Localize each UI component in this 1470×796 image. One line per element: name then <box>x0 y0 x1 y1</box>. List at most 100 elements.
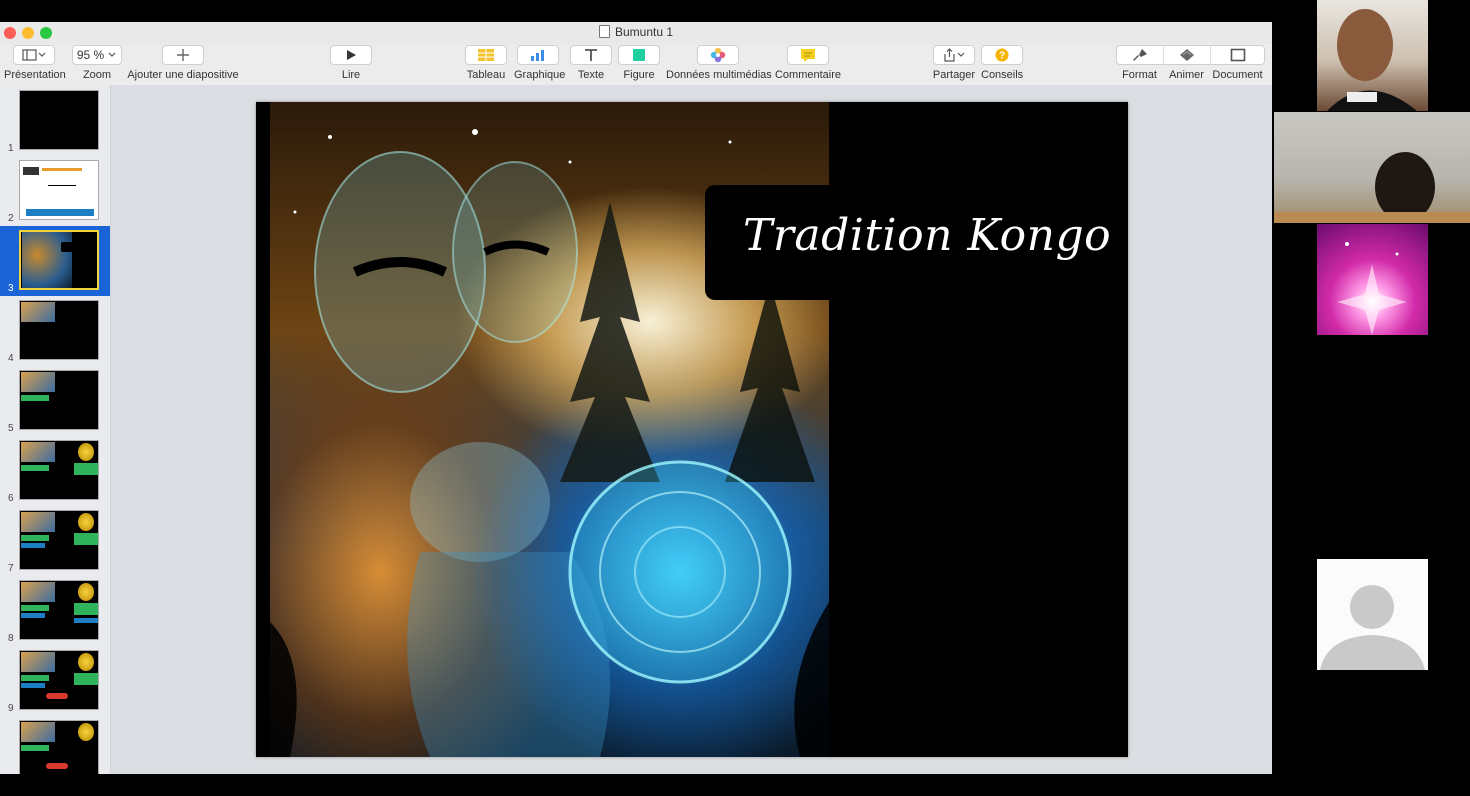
slide-thumbnail-7[interactable]: 7 <box>0 506 110 576</box>
view-box[interactable] <box>13 45 55 65</box>
participant-video-3[interactable] <box>1317 224 1428 335</box>
title-bar: Bumuntu 1 <box>0 22 1272 45</box>
shape-label: Figure <box>623 69 655 81</box>
keynote-window: Bumuntu 1 Présentation 95 % Zoom Ajouter… <box>0 22 1272 774</box>
lightbulb-icon <box>78 583 94 601</box>
tips-box[interactable]: ? <box>981 45 1023 65</box>
slide-number: 4 <box>8 353 14 364</box>
window-title: Bumuntu 1 <box>0 25 1272 39</box>
slide-5-preview <box>19 370 99 430</box>
add-slide-label: Ajouter une diapositive <box>127 69 239 81</box>
lightbulb-icon <box>78 653 94 671</box>
media-box[interactable] <box>697 45 739 65</box>
comment-label: Commentaire <box>774 69 842 81</box>
slide-number: 2 <box>8 213 14 224</box>
slide-9-image <box>21 652 55 672</box>
slide-4-image <box>21 302 55 322</box>
format-box[interactable] <box>1116 45 1163 65</box>
share-box[interactable] <box>933 45 975 65</box>
table-label: Tableau <box>466 69 506 81</box>
play-box[interactable] <box>330 45 372 65</box>
participant-video-1[interactable] <box>1317 0 1428 111</box>
slide-9-preview <box>19 650 99 710</box>
tips-label: Conseils <box>981 69 1024 81</box>
slide-6-preview <box>19 440 99 500</box>
slide-thumbnail-6[interactable]: 6 <box>0 436 110 506</box>
zoom-select[interactable]: 95 % <box>72 45 122 65</box>
lightbulb-icon <box>78 443 94 461</box>
chart-label: Graphique <box>514 69 566 81</box>
slide-number: 3 <box>8 283 14 294</box>
share-icon <box>944 48 965 62</box>
slide-8-image <box>21 582 55 602</box>
slide-thumbnail-9[interactable]: 9 <box>0 646 110 716</box>
svg-text:?: ? <box>999 51 1005 62</box>
add-slide-box[interactable] <box>162 45 204 65</box>
slide-2-banner <box>26 209 94 216</box>
current-slide[interactable]: Tradition Kongo <box>256 102 1128 757</box>
diamond-icon <box>1180 49 1194 61</box>
slide-1-preview <box>19 90 99 150</box>
slide-number: 1 <box>8 143 14 154</box>
shape-box[interactable] <box>618 45 660 65</box>
chart-box[interactable] <box>517 45 559 65</box>
slide-10-preview <box>19 720 99 774</box>
sidebar-view-icon <box>22 49 46 61</box>
slide-thumbnail-3[interactable]: 3 <box>0 226 110 296</box>
slide-number: 7 <box>8 563 14 574</box>
slide-thumbnail-5[interactable]: 5 <box>0 366 110 436</box>
slide-thumbnail-2[interactable]: 2 <box>0 156 110 226</box>
slide-canvas[interactable]: Tradition Kongo <box>111 85 1272 774</box>
slide-8-tag-2 <box>74 618 98 623</box>
slide-2-preview <box>19 160 99 220</box>
slide-5-label <box>21 395 49 401</box>
slide-9-box <box>74 673 98 685</box>
document-label: Document <box>1212 69 1263 81</box>
slide-thumbnail-8[interactable]: 8 <box>0 576 110 646</box>
table-box[interactable] <box>465 45 507 65</box>
slide-10-image <box>21 722 55 742</box>
slide-2-diagram <box>48 185 76 194</box>
bar-chart-icon <box>531 50 544 61</box>
animate-box[interactable] <box>1163 45 1210 65</box>
document-icon <box>598 25 610 38</box>
slide-thumbnail-1[interactable]: 1 <box>0 86 110 156</box>
slide-number: 5 <box>8 423 14 434</box>
slide-4-preview <box>19 300 99 360</box>
zoom-value: 95 % <box>76 48 105 62</box>
slide-title[interactable]: Tradition Kongo <box>743 210 1111 261</box>
text-box[interactable] <box>570 45 612 65</box>
slide-6-image <box>21 442 55 462</box>
slide-3-preview <box>19 230 99 290</box>
slide-7-label <box>21 535 49 541</box>
document-icon <box>1230 48 1246 62</box>
format-label: Format <box>1122 69 1157 81</box>
plus-icon <box>177 49 189 61</box>
slide-thumbnail-4[interactable]: 4 <box>0 296 110 366</box>
document-box[interactable] <box>1210 45 1265 65</box>
slide-9-tag <box>21 683 45 688</box>
slide-2-logo <box>23 167 39 175</box>
slide-8-tag <box>21 613 45 618</box>
share-label: Partager <box>932 69 976 81</box>
slide-7-image <box>21 512 55 532</box>
comment-icon <box>801 49 815 62</box>
slide-thumbnail-10[interactable] <box>0 716 110 774</box>
slide-7-tag <box>21 543 45 548</box>
slide-number: 9 <box>8 703 14 714</box>
slide-10-label <box>21 745 49 751</box>
slide-10-pill <box>46 763 68 769</box>
person-silhouette-icon <box>1327 9 1417 111</box>
play-label: Lire <box>341 69 361 81</box>
zoom-label: Zoom <box>82 69 112 81</box>
shape-icon <box>633 49 645 61</box>
play-icon <box>347 50 356 60</box>
participant-avatar-placeholder[interactable] <box>1317 559 1428 670</box>
animate-label: Animer <box>1169 69 1204 81</box>
slide-9-pill <box>46 693 68 699</box>
slide-8-preview <box>19 580 99 640</box>
comment-box[interactable] <box>787 45 829 65</box>
participant-video-2[interactable] <box>1274 112 1470 223</box>
sparkle-image-icon <box>1337 242 1407 335</box>
slide-6-label <box>21 465 49 471</box>
